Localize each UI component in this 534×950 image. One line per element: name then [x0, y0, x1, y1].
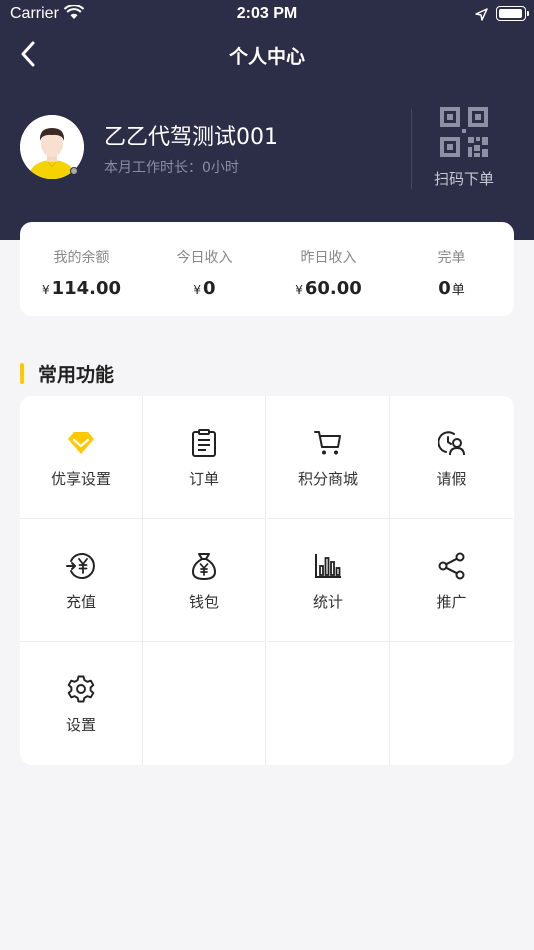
work-hours-text: 本月工作时长：0小时 [104, 160, 239, 176]
function-label: 设置 [65, 716, 96, 734]
stat-label: 今日收入 [176, 250, 233, 266]
user-name: 乙乙代驾测试001 [104, 125, 278, 150]
online-status-dot [70, 167, 78, 175]
share-icon [390, 551, 513, 581]
function-label: 订单 [188, 470, 219, 488]
currency-symbol: ¥ [41, 283, 50, 297]
function-label: 推广 [436, 593, 467, 611]
function-label: 优享设置 [50, 470, 111, 488]
diamond-icon [20, 428, 142, 458]
function-label: 统计 [312, 593, 343, 611]
currency-symbol: ¥ [295, 283, 303, 297]
cart-icon [267, 428, 389, 458]
profile-section: 乙乙代驾测试001 本月工作时长：0小时 扫码下单 [0, 105, 534, 195]
function-leave[interactable]: 请假 [390, 396, 513, 519]
leave-icon [390, 428, 513, 458]
recharge-icon [20, 551, 142, 581]
function-promotion[interactable]: 推广 [390, 519, 513, 642]
page-title: 个人中心 [228, 46, 305, 68]
function-empty-slot [390, 642, 513, 765]
function-empty-slot [267, 642, 390, 765]
qr-code-icon [440, 107, 488, 157]
currency-symbol: ¥ [193, 283, 202, 297]
stat-label: 完单 [437, 250, 466, 266]
battery-icon [496, 6, 529, 21]
stat-value: ¥0 [143, 278, 266, 299]
status-bar: Carrier 2:03 PM [0, 0, 534, 30]
stat-yesterday-income[interactable]: 昨日收入 ¥60.00 [267, 222, 390, 316]
stat-label: 我的余额 [53, 250, 110, 266]
stat-value: 0单 [390, 278, 513, 299]
stat-number: 60.00 [304, 278, 362, 299]
function-wallet[interactable]: 钱包 [143, 519, 266, 642]
function-label: 积分商城 [297, 470, 358, 488]
function-orders[interactable]: 订单 [143, 396, 266, 519]
stat-completed-orders[interactable]: 完单 0单 [390, 222, 513, 316]
stat-unit: 单 [451, 283, 465, 298]
status-time: 2:03 PM [236, 5, 298, 22]
function-label: 请假 [436, 470, 467, 488]
location-arrow-icon [475, 7, 488, 25]
function-label: 钱包 [188, 593, 219, 611]
scan-order-label: 扫码下单 [433, 170, 494, 188]
moneybag-icon [143, 551, 265, 581]
function-statistics[interactable]: 统计 [267, 519, 390, 642]
stat-balance[interactable]: 我的余额 ¥114.00 [20, 222, 143, 316]
stat-number: 114.00 [51, 278, 122, 299]
stat-number: 0 [438, 278, 451, 299]
nav-bar: 个人中心 [0, 30, 534, 78]
function-recharge[interactable]: 充值 [20, 519, 143, 642]
stat-value: ¥60.00 [267, 278, 390, 299]
function-label: 充值 [65, 593, 96, 611]
section-accent-bar [20, 363, 24, 384]
function-points-mall[interactable]: 积分商城 [267, 396, 390, 519]
stat-today-income[interactable]: 今日收入 ¥0 [143, 222, 266, 316]
clipboard-icon [143, 428, 265, 458]
stat-value: ¥114.00 [20, 278, 143, 299]
gear-icon [20, 674, 142, 704]
function-settings[interactable]: 设置 [20, 642, 143, 765]
function-vip-settings[interactable]: 优享设置 [20, 396, 143, 519]
bar-chart-icon [267, 551, 389, 581]
stat-label: 昨日收入 [300, 250, 357, 266]
stats-card: 我的余额 ¥114.00 今日收入 ¥0 昨日收入 ¥60.00 完单 0单 [20, 222, 514, 316]
function-empty-slot [143, 642, 266, 765]
stat-number: 0 [203, 278, 216, 299]
scan-order-button[interactable]: 扫码下单 [424, 105, 504, 191]
vertical-divider [411, 109, 412, 189]
section-title: 常用功能 [38, 364, 115, 386]
function-grid: 优享设置 订单 积分商城 请假 充值 钱包 统计 推广 设置 [20, 396, 514, 765]
